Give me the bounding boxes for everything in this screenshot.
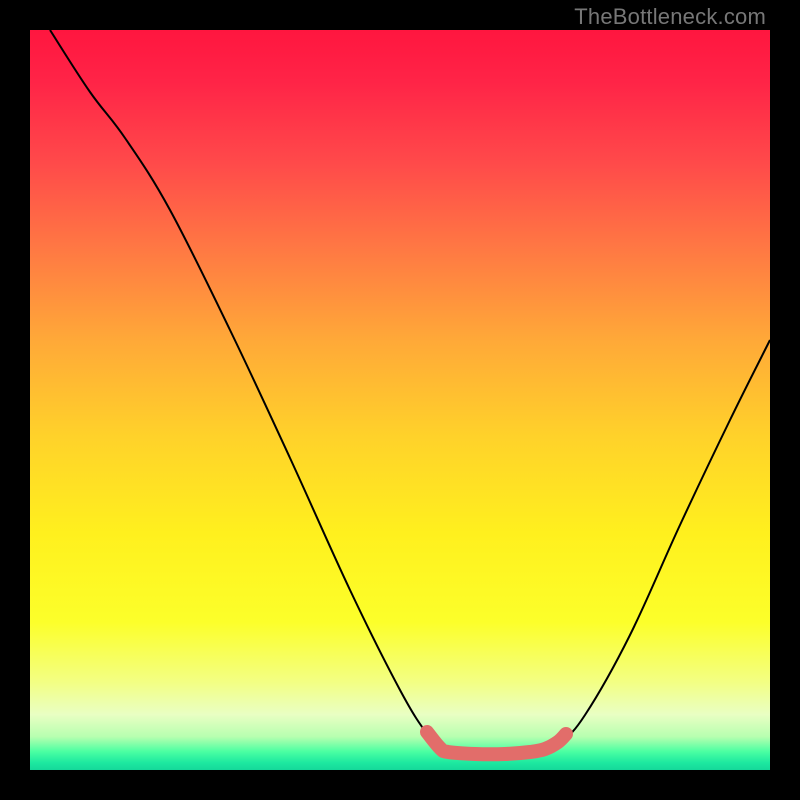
bottleneck-curve (50, 30, 770, 755)
curve-layer (30, 30, 770, 770)
watermark-text: TheBottleneck.com (574, 4, 766, 30)
chart-frame: TheBottleneck.com (0, 0, 800, 800)
marker-band (427, 732, 566, 754)
plot-area (30, 30, 770, 770)
